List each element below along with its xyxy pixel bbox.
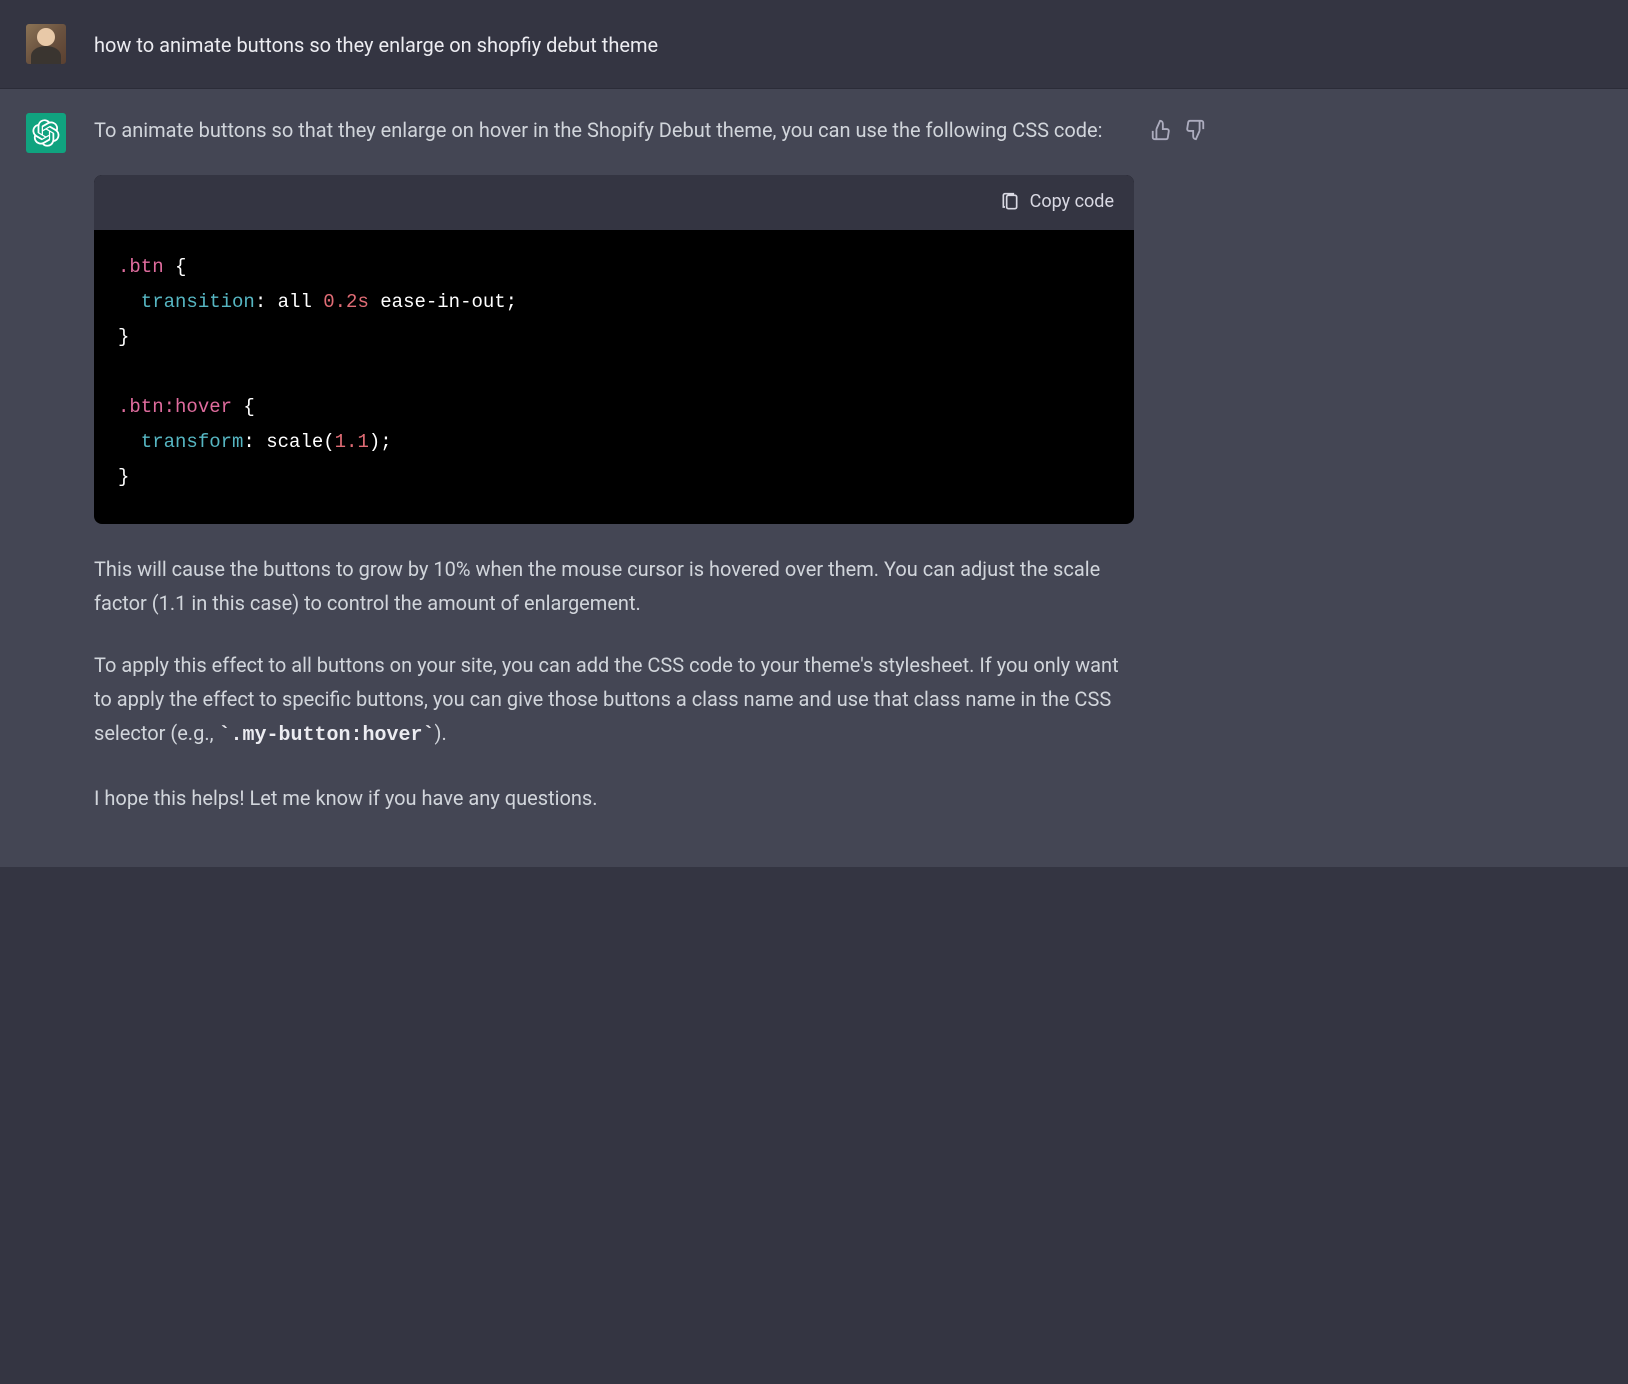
user-message-text: how to animate buttons so they enlarge o… — [94, 24, 1134, 62]
assistant-message-content: To animate buttons so that they enlarge … — [94, 113, 1134, 843]
user-avatar — [26, 24, 66, 64]
clipboard-icon — [1000, 192, 1020, 212]
assistant-paragraph-3: I hope this helps! Let me know if you ha… — [94, 781, 1134, 815]
assistant-paragraph-2: To apply this effect to all buttons on y… — [94, 648, 1134, 753]
inline-code: `.my-button:hover` — [218, 724, 434, 747]
user-message-row: how to animate buttons so they enlarge o… — [0, 0, 1628, 89]
code-block: Copy code .btn { transition: all 0.2s ea… — [94, 175, 1134, 524]
assistant-paragraph-1: This will cause the buttons to grow by 1… — [94, 552, 1134, 620]
code-content: .btn { transition: all 0.2s ease-in-out;… — [94, 230, 1134, 524]
copy-code-label: Copy code — [1030, 187, 1114, 218]
assistant-message-row: To animate buttons so that they enlarge … — [0, 89, 1628, 867]
openai-logo-icon — [32, 119, 60, 147]
feedback-buttons — [1150, 113, 1206, 843]
assistant-intro-paragraph: To animate buttons so that they enlarge … — [94, 113, 1134, 147]
user-message-content: how to animate buttons so they enlarge o… — [94, 24, 1134, 64]
copy-code-button[interactable]: Copy code — [1000, 187, 1114, 218]
thumbs-up-icon[interactable] — [1150, 119, 1172, 141]
thumbs-down-icon[interactable] — [1184, 119, 1206, 141]
assistant-avatar — [26, 113, 66, 153]
code-block-header: Copy code — [94, 175, 1134, 230]
